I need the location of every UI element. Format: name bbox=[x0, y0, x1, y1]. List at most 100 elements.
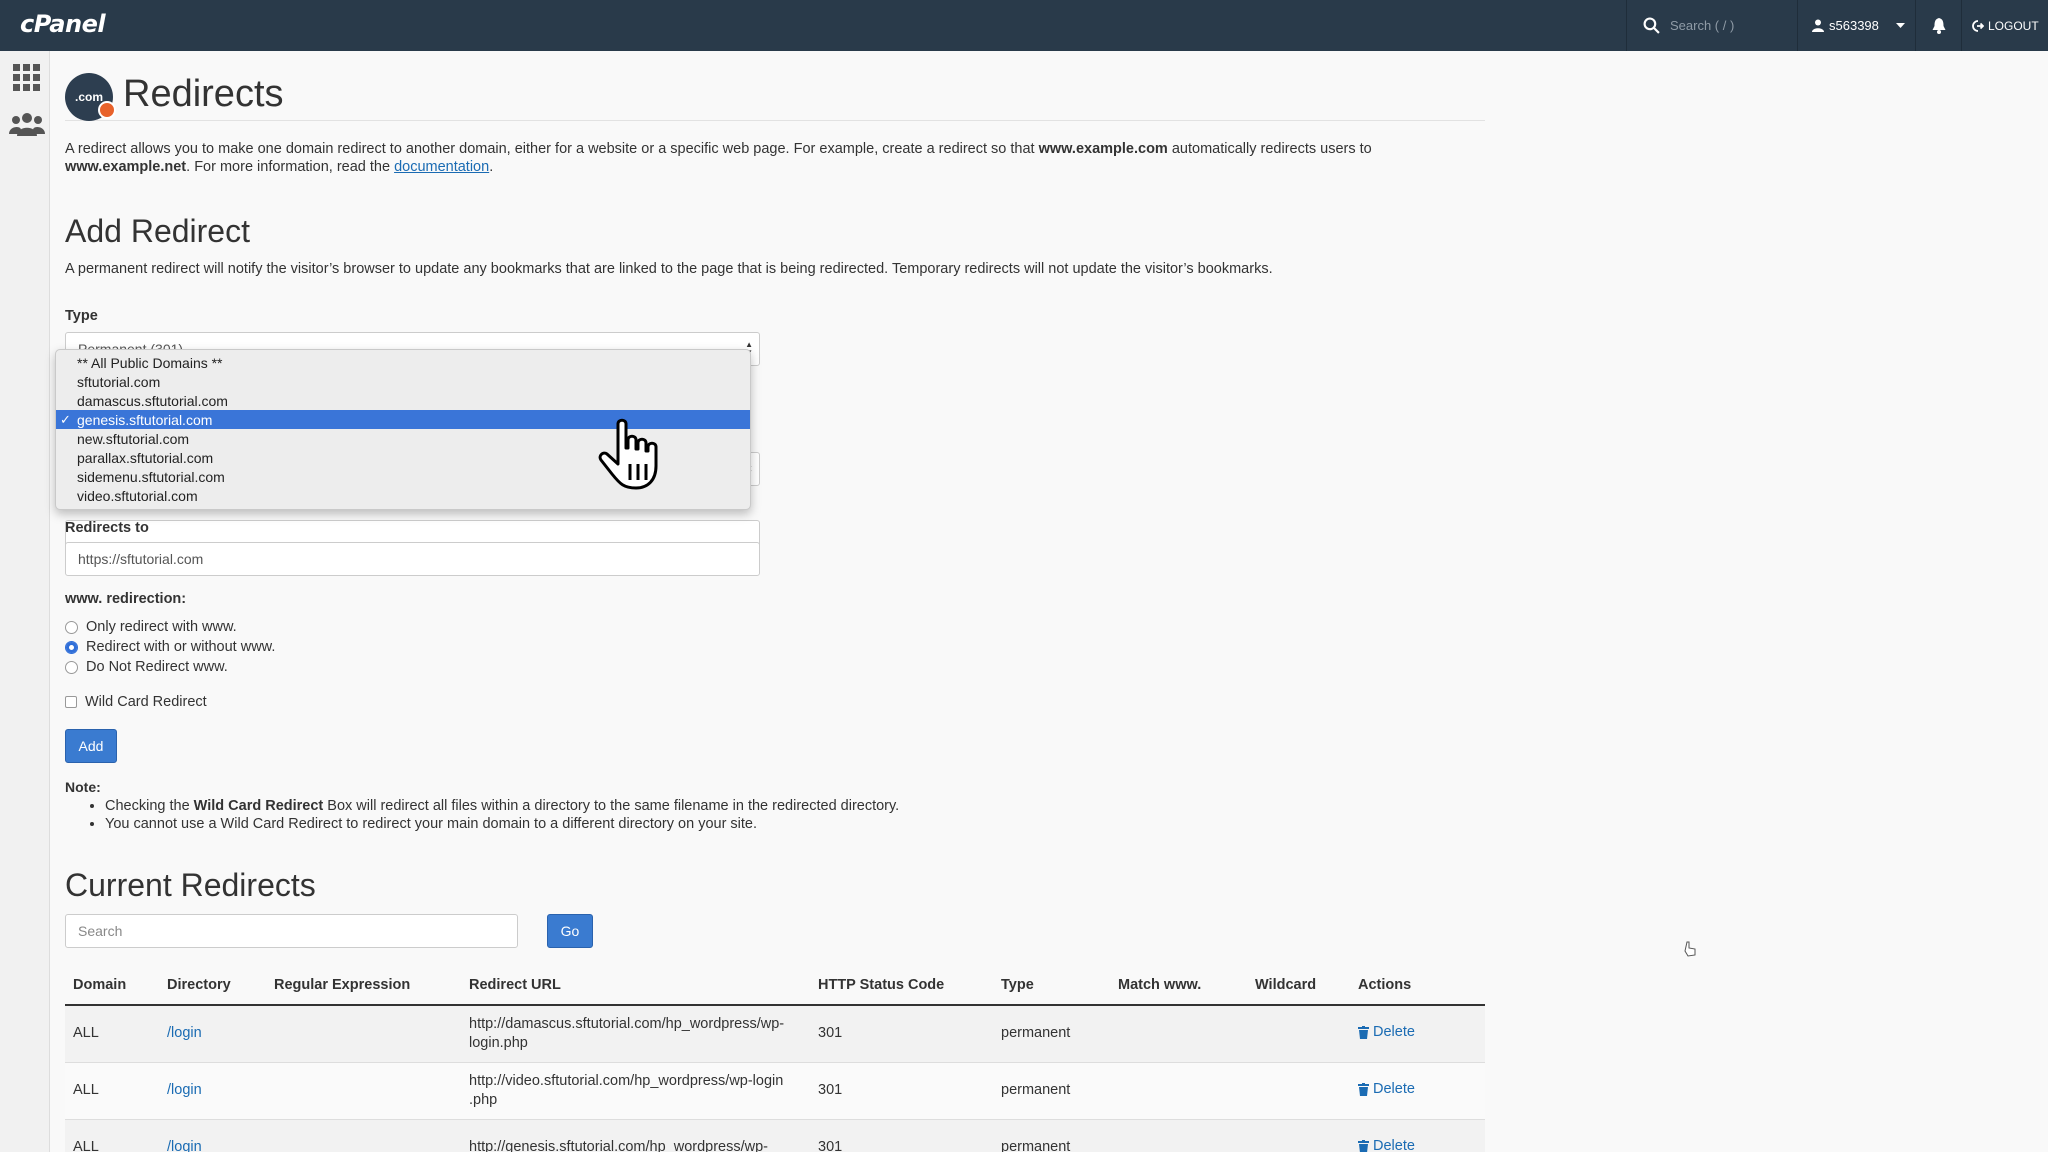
trash-icon bbox=[1358, 1025, 1369, 1039]
table-row: ALL /login http://damascus.sftutorial.co… bbox=[65, 1005, 1485, 1063]
cell-wildcard bbox=[1247, 1062, 1350, 1120]
cell-type: permanent bbox=[993, 1062, 1110, 1120]
table-header-row: Domain Directory Regular Expression Redi… bbox=[65, 965, 1485, 1006]
go-button[interactable]: Go bbox=[547, 914, 593, 948]
cell-regex bbox=[266, 1119, 461, 1152]
cell-type: permanent bbox=[993, 1119, 1110, 1152]
col-domain[interactable]: Domain bbox=[65, 965, 159, 1006]
delete-button[interactable]: Delete bbox=[1358, 1080, 1415, 1099]
logout-label: LOGOUT bbox=[1988, 18, 2039, 33]
cell-regex bbox=[266, 1005, 461, 1063]
cell-wildcard bbox=[1247, 1119, 1350, 1152]
add-button[interactable]: Add bbox=[65, 729, 117, 763]
col-regex[interactable]: Regular Expression bbox=[266, 965, 461, 1006]
www-option-label: Do Not Redirect www. bbox=[86, 659, 228, 675]
cell-domain: ALL bbox=[65, 1005, 159, 1063]
trash-icon bbox=[1358, 1139, 1369, 1152]
cell-match bbox=[1110, 1119, 1247, 1152]
cpanel-logo[interactable]: cPanel bbox=[20, 10, 106, 38]
wildcard-redirect-option[interactable]: Wild Card Redirect bbox=[65, 694, 207, 710]
redirects-to-label: Redirects to bbox=[65, 520, 149, 536]
add-redirect-heading: Add Redirect bbox=[65, 213, 250, 249]
note-item: Checking the Wild Card Redirect Box will… bbox=[105, 797, 899, 815]
cell-wildcard bbox=[1247, 1005, 1350, 1063]
note-list: Checking the Wild Card Redirect Box will… bbox=[105, 797, 899, 833]
top-navbar: cPanel s563398 LOGOUT bbox=[0, 0, 2048, 51]
col-redirect-url[interactable]: Redirect URL bbox=[461, 965, 810, 1006]
col-type[interactable]: Type bbox=[993, 965, 1110, 1006]
table-row: ALL /login http://genesis.sftutorial.com… bbox=[65, 1119, 1485, 1152]
current-redirects-heading: Current Redirects bbox=[65, 867, 316, 903]
col-directory[interactable]: Directory bbox=[159, 965, 266, 1006]
directory-link[interactable]: /login bbox=[167, 1139, 202, 1152]
cell-redirect-url: http://damascus.sftutorial.com/hp_wordpr… bbox=[461, 1005, 810, 1063]
cell-status: 301 bbox=[810, 1062, 993, 1120]
note-item: You cannot use a Wild Card Redirect to r… bbox=[105, 815, 899, 833]
search-icon bbox=[1643, 17, 1660, 34]
domain-option[interactable]: ** All Public Domains ** bbox=[56, 353, 750, 372]
add-redirect-description: A permanent redirect will notify the vis… bbox=[65, 261, 1273, 277]
redirects-to-value: https://sftutorial.com bbox=[78, 551, 204, 567]
type-label: Type bbox=[65, 308, 98, 324]
redirects-search-input[interactable]: Search bbox=[65, 914, 518, 948]
username: s563398 bbox=[1829, 18, 1879, 33]
www-option-only-with[interactable]: Only redirect with www. bbox=[65, 619, 237, 635]
www-option-label: Redirect with or without www. bbox=[86, 639, 276, 655]
cell-domain: ALL bbox=[65, 1119, 159, 1152]
cell-redirect-url: http://video.sftutorial.com/hp_wordpress… bbox=[461, 1062, 810, 1120]
logout-button[interactable]: LOGOUT bbox=[1961, 0, 2048, 51]
col-http-status[interactable]: HTTP Status Code bbox=[810, 965, 993, 1006]
redirect-badge-icon bbox=[98, 101, 116, 119]
col-actions: Actions bbox=[1350, 965, 1485, 1006]
cell-domain: ALL bbox=[65, 1062, 159, 1120]
search-placeholder: Search bbox=[78, 923, 123, 939]
cell-match bbox=[1110, 1005, 1247, 1063]
cell-status: 301 bbox=[810, 1005, 993, 1063]
domain-option[interactable]: sftutorial.com bbox=[56, 372, 750, 391]
apps-grid-icon[interactable] bbox=[12, 63, 42, 93]
directory-link[interactable]: /login bbox=[167, 1025, 202, 1041]
checkmark-icon: ✓ bbox=[60, 412, 71, 427]
delete-button[interactable]: Delete bbox=[1358, 1137, 1415, 1152]
documentation-link[interactable]: documentation bbox=[394, 159, 489, 175]
domain-option[interactable]: damascus.sftutorial.com bbox=[56, 391, 750, 410]
notifications-button[interactable] bbox=[1915, 0, 1961, 51]
cell-status: 301 bbox=[810, 1119, 993, 1152]
www-option-with-or-without[interactable]: Redirect with or without www. bbox=[65, 639, 275, 655]
note-title: Note: bbox=[65, 779, 101, 795]
cell-regex bbox=[266, 1062, 461, 1120]
left-sidebar bbox=[0, 51, 50, 1152]
www-option-do-not[interactable]: Do Not Redirect www. bbox=[65, 659, 228, 675]
user-icon bbox=[1812, 19, 1824, 32]
logout-icon bbox=[1972, 19, 1984, 32]
redirects-page-icon: .com bbox=[65, 73, 116, 121]
cell-match bbox=[1110, 1062, 1247, 1120]
page-header: .com Redirects bbox=[65, 61, 1485, 121]
trash-icon bbox=[1358, 1082, 1369, 1096]
wildcard-checkbox[interactable] bbox=[65, 696, 77, 708]
wildcard-label: Wild Card Redirect bbox=[85, 694, 207, 710]
table-row: ALL /login http://video.sftutorial.com/h… bbox=[65, 1062, 1485, 1120]
col-wildcard[interactable]: Wildcard bbox=[1247, 965, 1350, 1006]
intro-text: A redirect allows you to make one domain… bbox=[65, 141, 1372, 175]
delete-button[interactable]: Delete bbox=[1358, 1023, 1415, 1042]
cell-redirect-url: http://genesis.sftutorial.com/hp_wordpre… bbox=[461, 1119, 810, 1152]
global-search[interactable] bbox=[1626, 0, 1796, 51]
redirects-to-input[interactable]: https://sftutorial.com bbox=[65, 542, 760, 576]
radio-button[interactable] bbox=[65, 620, 78, 634]
page-title: Redirects bbox=[123, 73, 284, 115]
cell-type: permanent bbox=[993, 1005, 1110, 1063]
hand-cursor-icon bbox=[598, 418, 658, 490]
redirects-table: Domain Directory Regular Expression Redi… bbox=[65, 965, 1485, 1152]
global-search-input[interactable] bbox=[1670, 18, 1790, 33]
bell-icon bbox=[1932, 17, 1945, 34]
www-option-label: Only redirect with www. bbox=[86, 619, 237, 635]
small-hand-cursor-icon bbox=[1684, 941, 1696, 957]
www-redirection-label: www. redirection: bbox=[65, 591, 187, 607]
users-icon[interactable] bbox=[9, 109, 45, 139]
directory-link[interactable]: /login bbox=[167, 1082, 202, 1098]
radio-button[interactable] bbox=[65, 660, 78, 674]
caret-down-icon bbox=[1895, 22, 1905, 28]
radio-button-selected[interactable] bbox=[65, 640, 78, 654]
col-match-www[interactable]: Match www. bbox=[1110, 965, 1247, 1006]
